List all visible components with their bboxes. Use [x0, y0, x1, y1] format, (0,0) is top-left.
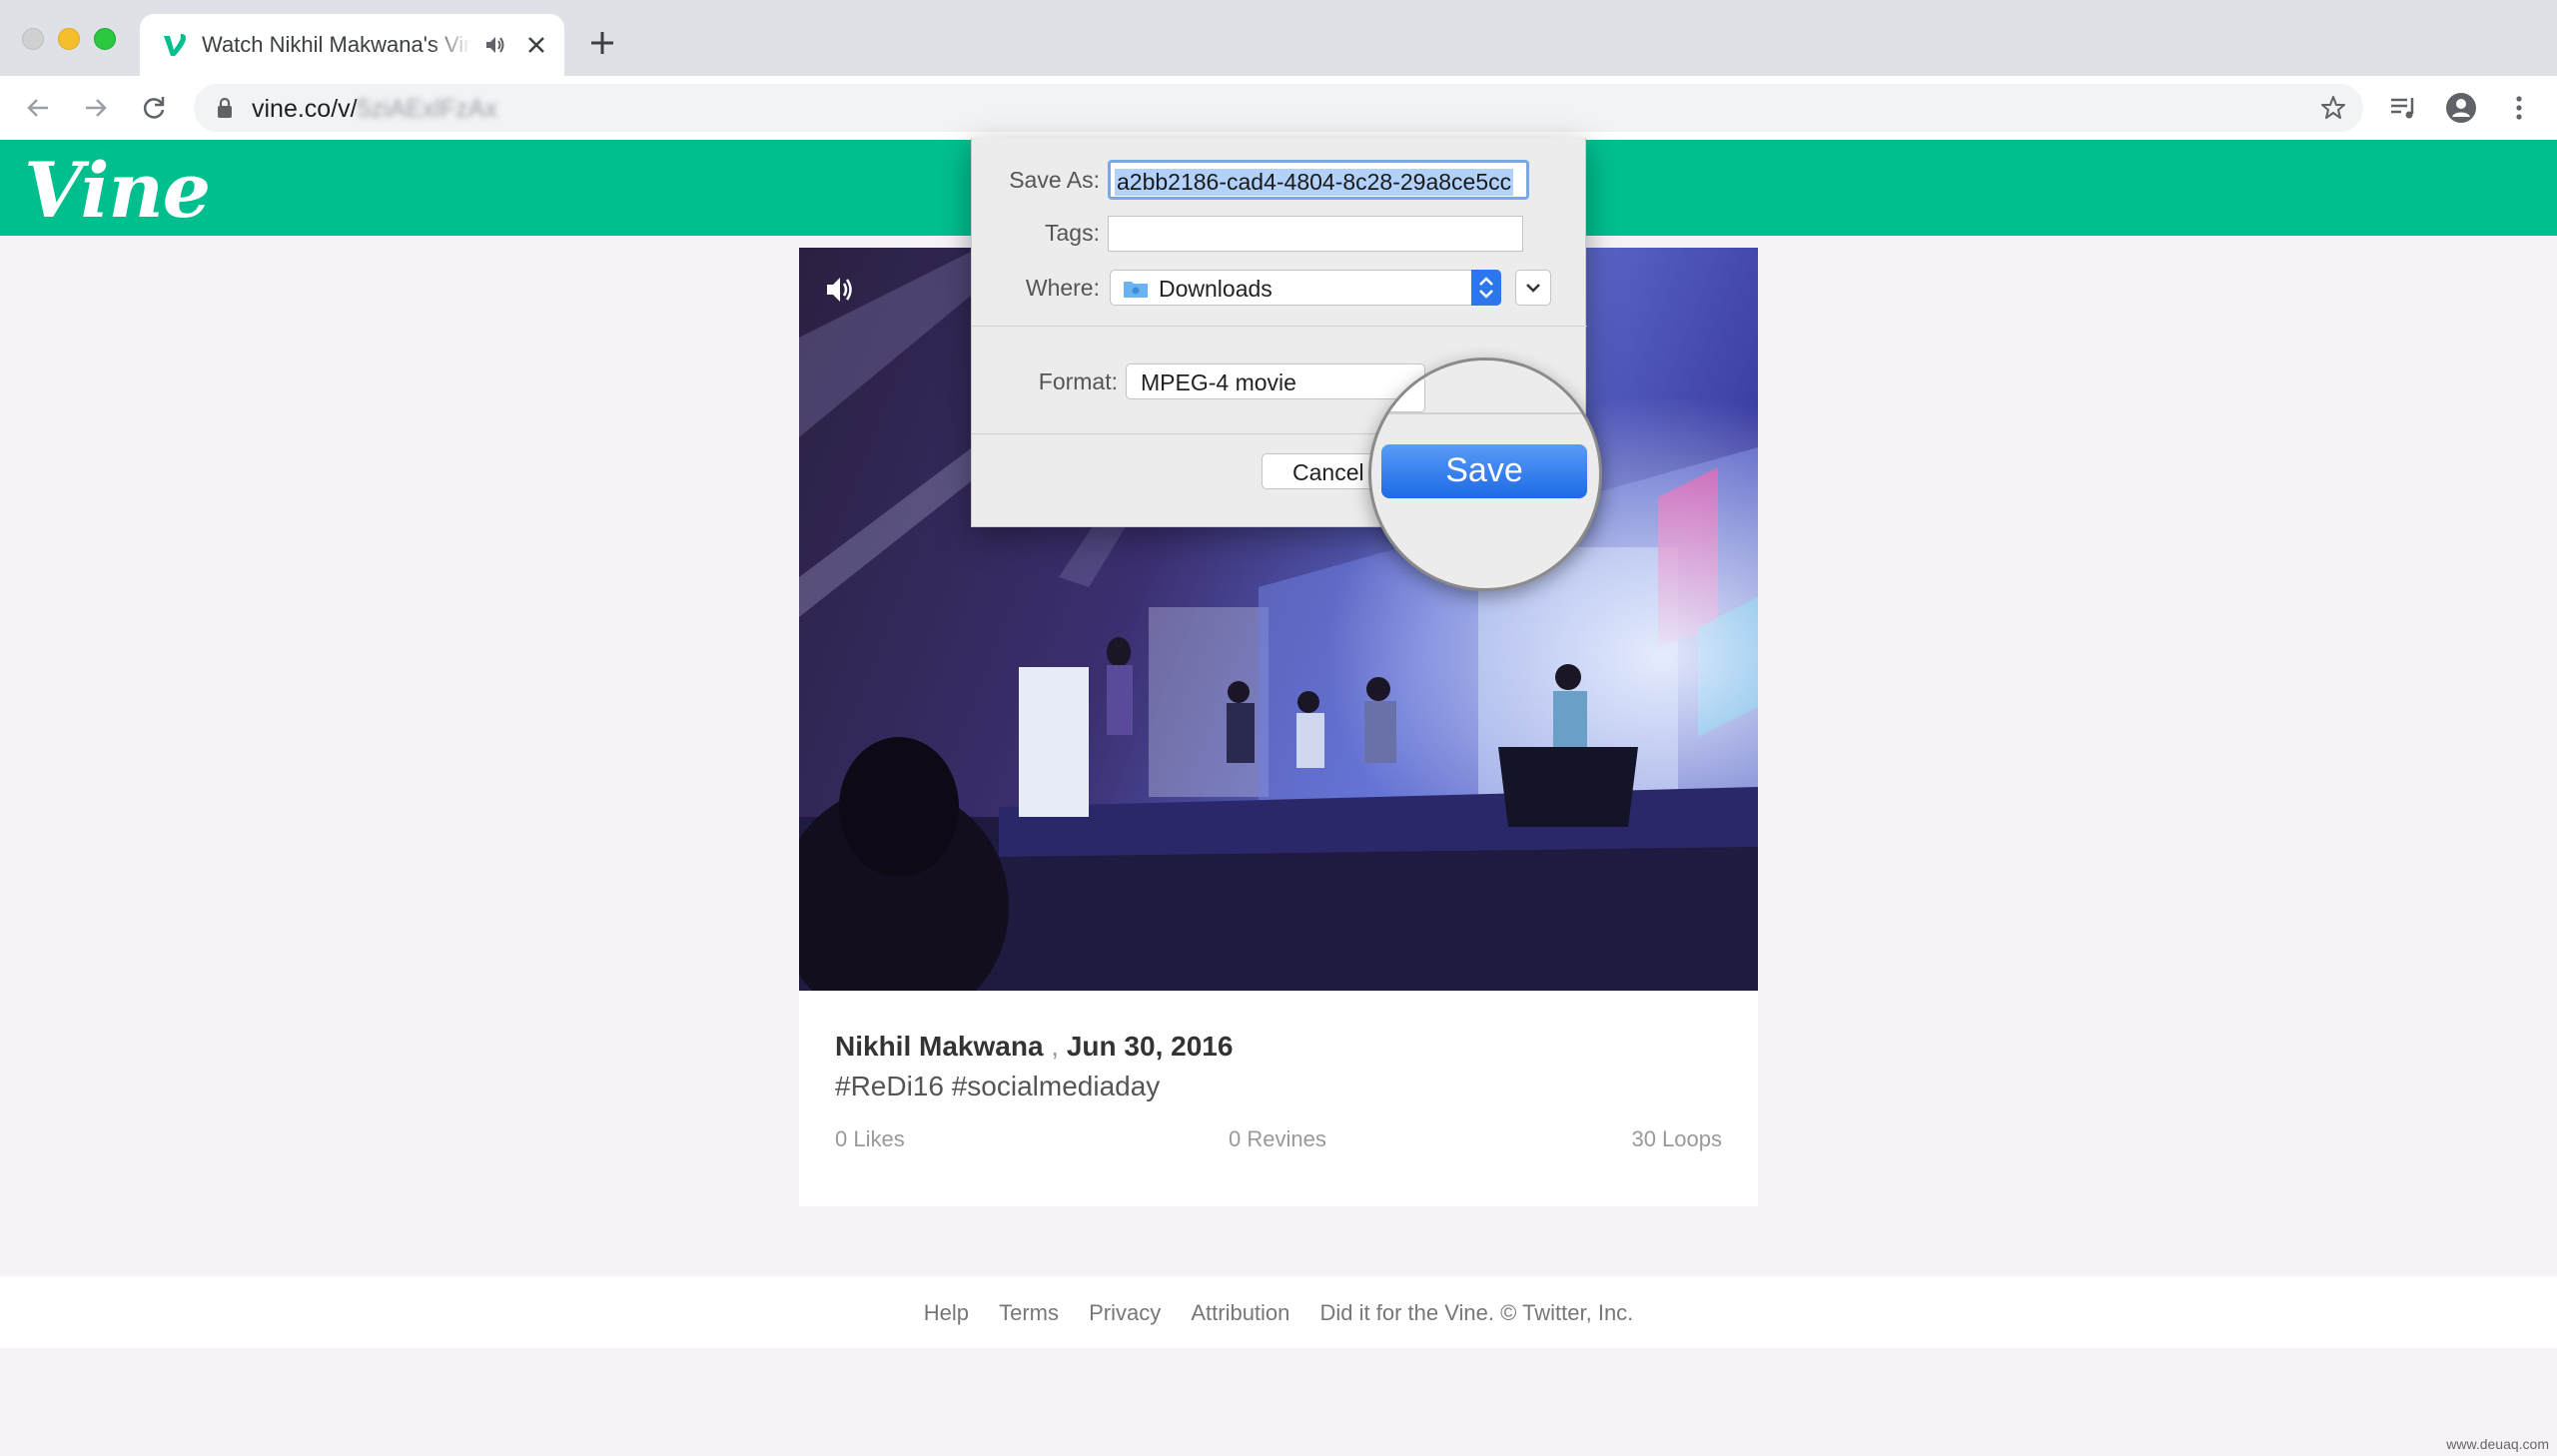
dialog-divider [972, 326, 1587, 327]
magnified-divider [1371, 412, 1599, 414]
folder-icon [1124, 282, 1148, 298]
where-label: Where: [1025, 275, 1100, 301]
chevron-updown-icon[interactable] [1471, 270, 1501, 306]
media-queue-icon[interactable] [2385, 90, 2421, 126]
footer-copyright: Did it for the Vine. © Twitter, Inc. [1319, 1300, 1634, 1325]
where-value: Downloads [1159, 276, 1273, 302]
format-value: MPEG-4 movie [1141, 369, 1296, 395]
post-author[interactable]: Nikhil Makwana [835, 1031, 1044, 1062]
likes-count[interactable]: 0 Likes [835, 1126, 905, 1152]
footer-links: Help Terms Privacy Attribution Did it fo… [0, 1300, 2557, 1326]
magnified-format-select [1371, 376, 1425, 412]
site-footer: Help Terms Privacy Attribution Did it fo… [0, 1276, 2557, 1348]
vine-favicon-icon [164, 34, 186, 56]
back-arrow-icon[interactable] [22, 92, 54, 124]
footer-link-privacy[interactable]: Privacy [1089, 1300, 1161, 1325]
window-minimize-button[interactable] [58, 28, 80, 50]
byline-separator: , [1043, 1031, 1067, 1062]
chevron-down-icon [1526, 284, 1540, 293]
revines-count[interactable]: 0 Revines [1229, 1126, 1326, 1152]
expand-dialog-button[interactable] [1515, 270, 1551, 306]
more-vert-icon[interactable] [2501, 90, 2537, 126]
save-as-value: a2bb2186-cad4-4804-8c28-29a8ce5cc [1115, 169, 1514, 196]
footer-link-terms[interactable]: Terms [999, 1300, 1059, 1325]
url-blurred-id: 5ziAExlFzAx [357, 95, 497, 123]
speaker-icon[interactable] [484, 34, 506, 56]
close-icon[interactable] [523, 32, 549, 58]
save-button[interactable]: Save [1381, 444, 1587, 498]
save-as-input[interactable]: a2bb2186-cad4-4804-8c28-29a8ce5cc [1108, 160, 1529, 200]
footer-link-attribution[interactable]: Attribution [1191, 1300, 1289, 1325]
browser-tab[interactable]: Watch Nikhil Makwana's Vine [140, 14, 564, 76]
format-label: Format: [1038, 368, 1118, 394]
address-bar[interactable]: vine.co/v/5ziAExlFzAx [194, 84, 2363, 132]
tab-title: Watch Nikhil Makwana's Vine [202, 32, 471, 57]
post-byline: Nikhil Makwana , Jun 30, 2016 [835, 1031, 1233, 1063]
url-prefix: vine.co/v/ [252, 95, 358, 123]
vine-logo[interactable]: Vine [24, 146, 211, 235]
post-date: Jun 30, 2016 [1066, 1031, 1234, 1062]
speaker-icon[interactable] [823, 272, 859, 308]
url-text: vine.co/v/5ziAExlFzAx [252, 95, 497, 124]
window-maximize-button[interactable] [94, 28, 116, 50]
magnifier-callout: Save [1368, 358, 1602, 591]
save-as-label: Save As: [1009, 167, 1100, 193]
loops-count: 30 Loops [1631, 1126, 1722, 1151]
lock-icon[interactable] [216, 97, 234, 119]
account-icon[interactable] [2443, 90, 2479, 126]
where-select[interactable]: Downloads [1110, 270, 1501, 306]
post-hashtags[interactable]: #ReDi16 #socialmediaday [835, 1071, 1160, 1102]
browser-toolbar: vine.co/v/5ziAExlFzAx [0, 76, 2557, 140]
browser-tab-strip: Watch Nikhil Makwana's Vine [0, 0, 2557, 76]
star-icon[interactable] [2319, 94, 2347, 122]
watermark: www.deuaq.com [2446, 1436, 2549, 1452]
footer-link-help[interactable]: Help [924, 1300, 969, 1325]
plus-icon[interactable] [587, 28, 617, 58]
window-close-button[interactable] [22, 28, 44, 50]
tags-label: Tags: [1045, 220, 1100, 246]
reload-icon[interactable] [138, 92, 170, 124]
forward-arrow-icon[interactable] [80, 92, 112, 124]
tags-input[interactable] [1108, 216, 1523, 252]
